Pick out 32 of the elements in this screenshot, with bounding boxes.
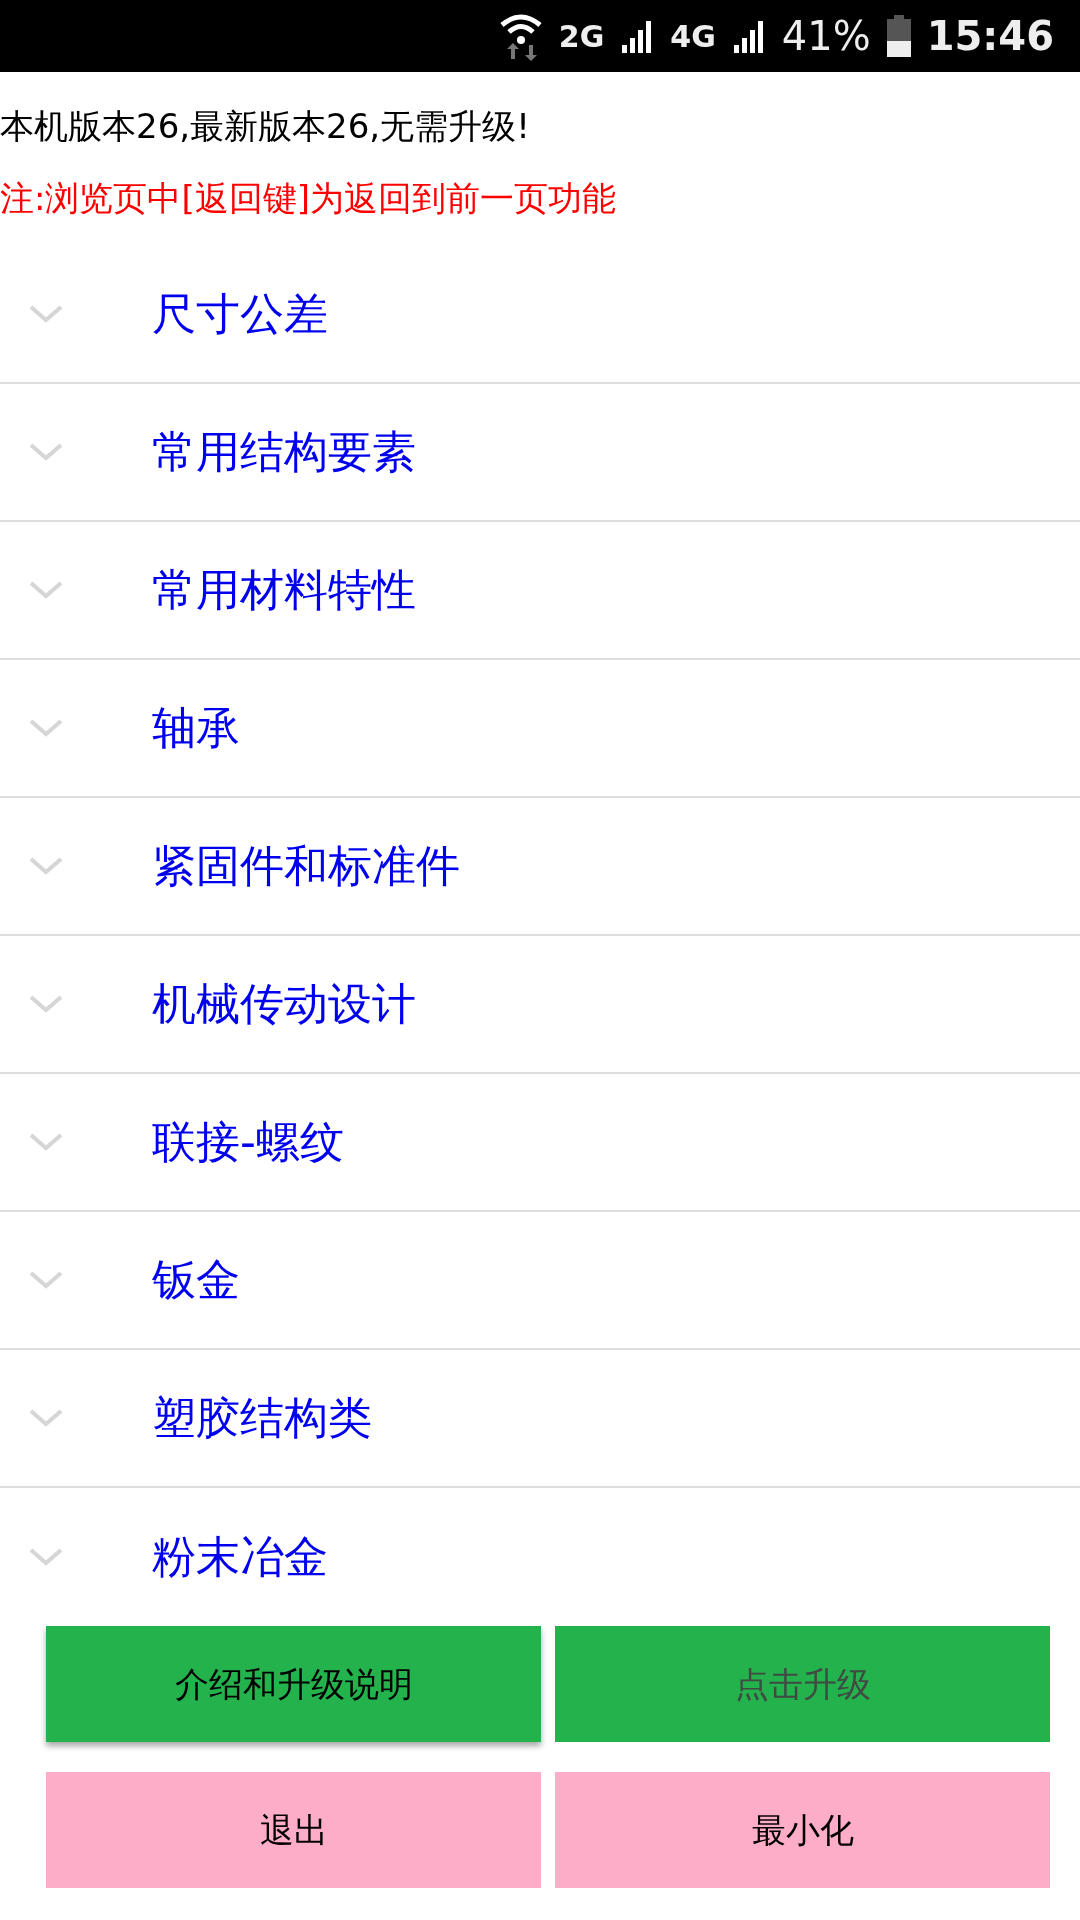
- chevron-icon[interactable]: [28, 1270, 64, 1291]
- chevron-icon[interactable]: [28, 1132, 64, 1153]
- category-item[interactable]: 轴承: [152, 695, 240, 762]
- action-button[interactable]: 退出: [46, 1772, 541, 1889]
- category-item[interactable]: 紧固件和标准件: [152, 833, 460, 900]
- category-item[interactable]: 钣金: [152, 1247, 240, 1314]
- category-item[interactable]: 塑胶结构类: [152, 1385, 372, 1452]
- action-button[interactable]: 最小化: [555, 1772, 1050, 1889]
- note-text: 注:浏览页中[返回键]为返回到前一页功能: [0, 177, 617, 221]
- battery-icon: [886, 15, 911, 57]
- battery-percent: 41%: [781, 12, 871, 61]
- chevron-icon[interactable]: [28, 718, 64, 739]
- category-item[interactable]: 常用结构要素: [152, 419, 416, 486]
- category-item[interactable]: 粉末冶金: [152, 1524, 328, 1591]
- chevron-icon[interactable]: [28, 1408, 64, 1429]
- chevron-icon[interactable]: [28, 442, 64, 463]
- version-message: 本机版本26,最新版本26,无需升级!: [0, 105, 531, 148]
- wifi-icon: [498, 11, 543, 61]
- category-item[interactable]: 尺寸公差: [152, 281, 328, 348]
- chevron-icon[interactable]: [28, 580, 64, 601]
- action-button[interactable]: 介绍和升级说明: [46, 1626, 541, 1743]
- signal-icon: [731, 19, 766, 53]
- category-item[interactable]: 常用材料特性: [152, 557, 416, 624]
- chevron-icon[interactable]: [28, 1547, 64, 1568]
- category-item[interactable]: 机械传动设计: [152, 971, 416, 1038]
- chevron-icon[interactable]: [28, 994, 64, 1015]
- network-label: 4G: [670, 17, 716, 56]
- clock-time: 15:46: [926, 12, 1054, 61]
- chevron-icon[interactable]: [28, 304, 64, 325]
- chevron-icon[interactable]: [28, 856, 64, 877]
- network-label: 2G: [558, 17, 605, 56]
- category-item[interactable]: 联接-螺纹: [152, 1109, 344, 1176]
